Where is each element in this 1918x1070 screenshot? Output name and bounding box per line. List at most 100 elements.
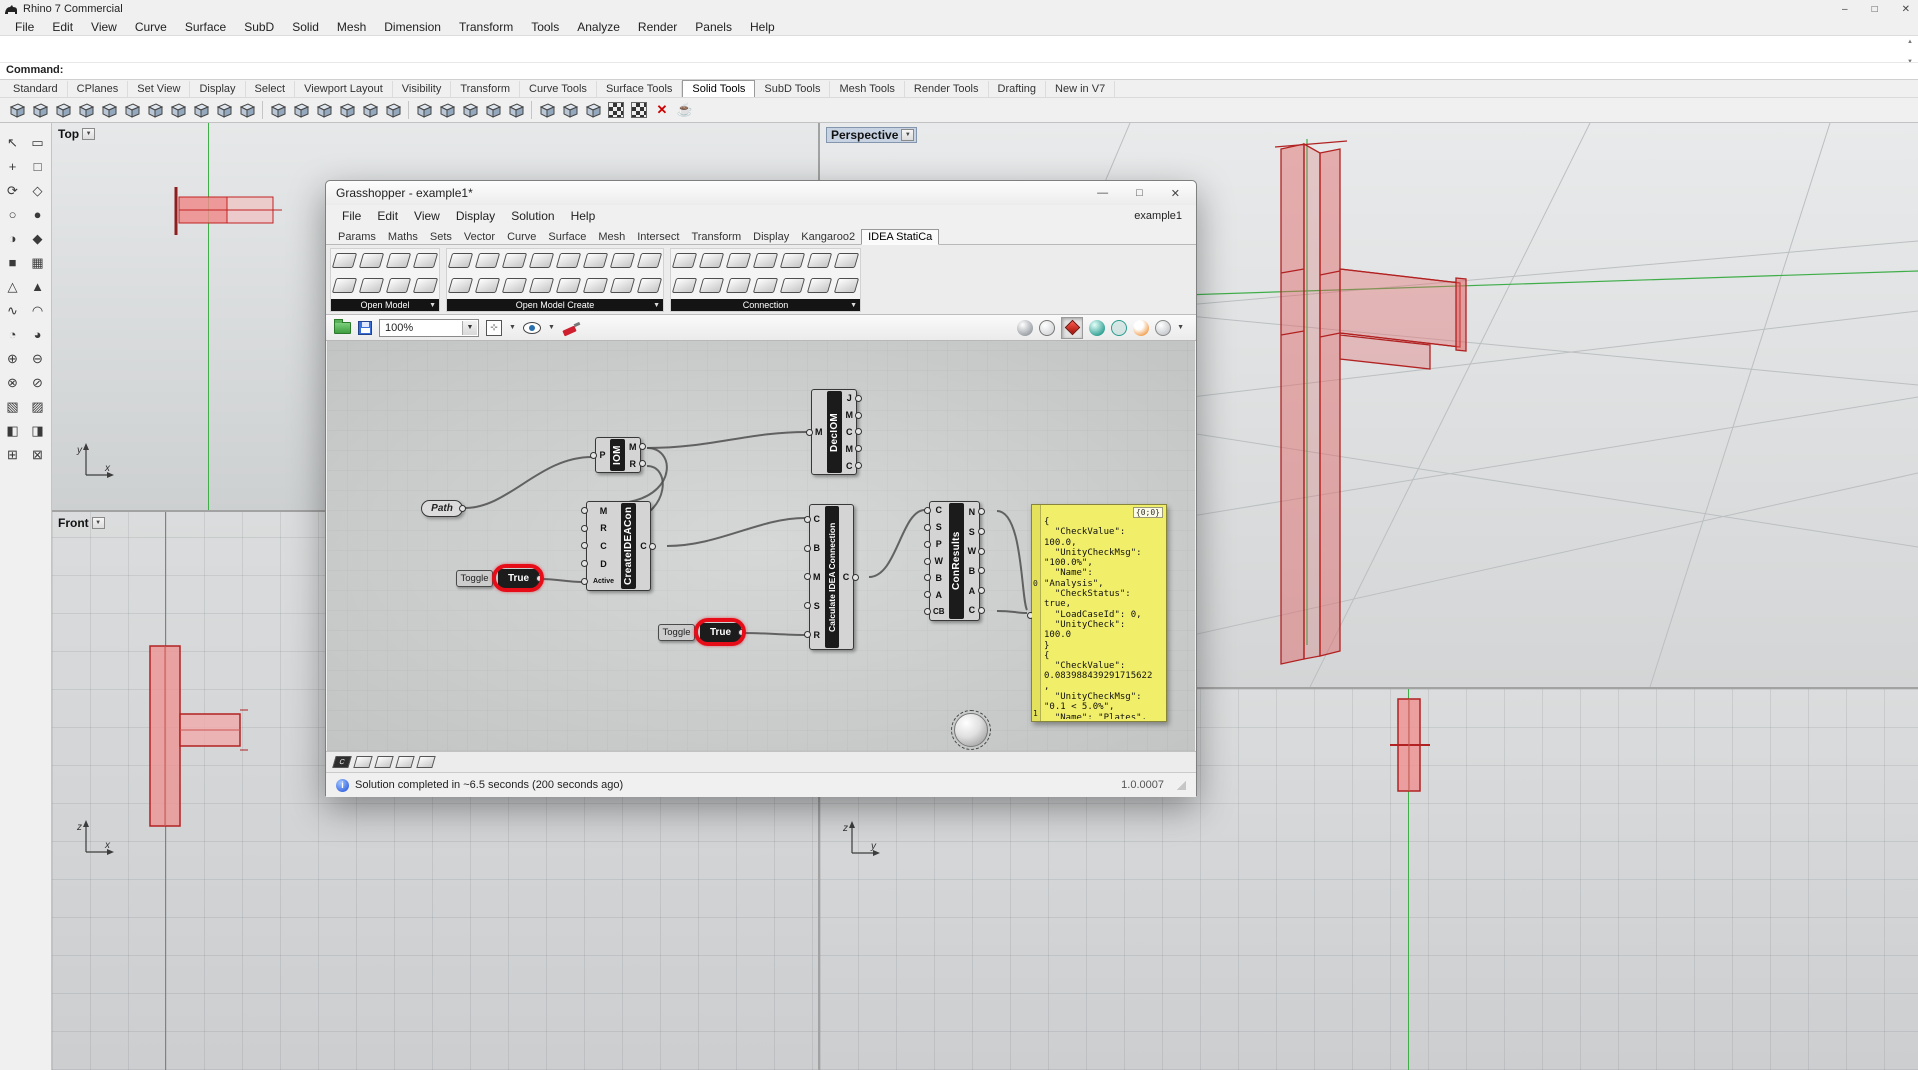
component-icon[interactable] — [386, 278, 411, 293]
port-s[interactable]: S — [811, 591, 823, 620]
gh-tab-params[interactable]: Params — [332, 230, 382, 244]
gh-tab-transform[interactable]: Transform — [685, 230, 747, 244]
component-icon[interactable] — [637, 278, 662, 293]
teapot-icon[interactable]: ☕ — [674, 99, 696, 121]
port-c[interactable]: C — [811, 505, 823, 534]
toolbar-tab-visibility[interactable]: Visibility — [393, 81, 452, 97]
menu-curve[interactable]: Curve — [126, 20, 176, 34]
port-m[interactable]: M — [844, 407, 856, 424]
sketch-tool-icon[interactable]: C — [332, 756, 351, 768]
sidebar-tool-icon[interactable]: ◧ — [1, 419, 24, 442]
sidebar-tool-icon[interactable]: ◆ — [26, 227, 49, 250]
component-icon[interactable] — [726, 278, 751, 293]
checker-b-icon[interactable] — [631, 102, 647, 118]
path-parameter[interactable]: Path — [421, 500, 463, 517]
sidebar-tool-icon[interactable]: ■ — [1, 251, 24, 274]
boolean-toggle[interactable]: Toggle — [456, 570, 493, 587]
zoom-value[interactable]: 100% — [385, 322, 413, 334]
zoom-extents-icon[interactable]: ⊹ — [486, 320, 502, 336]
box-diagonal-icon[interactable] — [29, 99, 51, 121]
port-b[interactable]: B — [811, 534, 823, 563]
port-r[interactable]: R — [811, 620, 823, 649]
toolbar-tab-transform[interactable]: Transform — [451, 81, 520, 97]
component-icon[interactable] — [386, 253, 411, 268]
port-w[interactable]: W — [931, 553, 947, 570]
sidebar-tool-icon[interactable]: ⊗ — [1, 371, 24, 394]
gh-tab-mesh[interactable]: Mesh — [592, 230, 631, 244]
sidebar-tool-icon[interactable]: ▨ — [26, 395, 49, 418]
maximize-button[interactable]: □ — [1136, 187, 1143, 200]
component-icon[interactable] — [556, 253, 581, 268]
sidebar-tool-icon[interactable]: ↖ — [1, 131, 24, 154]
port-m[interactable]: M — [844, 440, 856, 457]
close-button[interactable]: ✕ — [1171, 187, 1180, 200]
component-icon[interactable] — [780, 253, 805, 268]
ribbon-group-expand-icon[interactable]: ▼ — [429, 302, 436, 309]
preview-selected-icon[interactable] — [1133, 320, 1149, 336]
port-w[interactable]: W — [966, 541, 979, 561]
zoom-combobox[interactable]: 100% ▼ — [379, 319, 479, 337]
component-createideacon[interactable]: MRCDActive CreateIDEACon C — [586, 501, 651, 591]
sidebar-tool-icon[interactable]: ◑ — [1, 227, 24, 250]
box-icon[interactable] — [6, 99, 28, 121]
toolbar-tab-drafting[interactable]: Drafting — [989, 81, 1047, 97]
port-b[interactable]: B — [966, 561, 979, 581]
menu-edit[interactable]: Edit — [43, 20, 82, 34]
port-a[interactable]: A — [931, 586, 947, 603]
cone-icon[interactable] — [121, 99, 143, 121]
array-box-icon[interactable] — [582, 99, 604, 121]
port-m[interactable]: M — [813, 390, 825, 474]
component-icon[interactable] — [502, 278, 527, 293]
menu-transform[interactable]: Transform — [450, 20, 522, 34]
port-p[interactable]: P — [597, 438, 608, 472]
menu-surface[interactable]: Surface — [176, 20, 235, 34]
component-icon[interactable] — [529, 253, 554, 268]
close-red-icon[interactable]: ✕ — [651, 99, 673, 121]
component-icon[interactable] — [332, 253, 357, 268]
preview-eye-icon[interactable] — [523, 322, 541, 334]
menu-tools[interactable]: Tools — [522, 20, 568, 34]
toolbar-tab-render-tools[interactable]: Render Tools — [905, 81, 989, 97]
toolbar-tab-viewport-layout[interactable]: Viewport Layout — [295, 81, 393, 97]
sidebar-tool-icon[interactable]: ⊠ — [26, 443, 49, 466]
blend-edge-icon[interactable] — [482, 99, 504, 121]
component-icon[interactable] — [448, 278, 473, 293]
port-active[interactable]: Active — [588, 572, 619, 590]
component-quick-icon[interactable] — [353, 756, 372, 768]
boolean-toggle[interactable]: Toggle — [658, 624, 695, 641]
open-file-icon[interactable] — [334, 322, 351, 334]
ellipsoid-icon[interactable] — [75, 99, 97, 121]
toolbar-tab-select[interactable]: Select — [246, 81, 296, 97]
selected-geometry-front[interactable] — [140, 640, 310, 850]
menu-view[interactable]: View — [82, 20, 126, 34]
port-r[interactable]: R — [588, 520, 619, 538]
minimize-button[interactable]: – — [1842, 4, 1848, 15]
toolbar-tab-new-in-v7[interactable]: New in V7 — [1046, 81, 1115, 97]
checker-a-icon[interactable] — [608, 102, 624, 118]
component-iom[interactable]: P IOM MR — [595, 437, 641, 473]
gh-menu-solution[interactable]: Solution — [503, 209, 562, 223]
sidebar-tool-icon[interactable]: △ — [1, 275, 24, 298]
ribbon-group-expand-icon[interactable]: ▼ — [850, 302, 857, 309]
component-icon[interactable] — [753, 278, 778, 293]
viewport-label-front[interactable]: Front ▼ — [58, 516, 105, 530]
port-a[interactable]: A — [966, 581, 979, 601]
port-c[interactable]: C — [844, 457, 856, 474]
extract-surface-icon[interactable] — [536, 99, 558, 121]
sidebar-tool-icon[interactable]: ▦ — [26, 251, 49, 274]
dropdown-arrow-icon[interactable]: ▼ — [548, 324, 555, 331]
preview-settings-icon[interactable] — [1155, 320, 1171, 336]
component-quick-icon[interactable] — [416, 756, 435, 768]
viewport-menu-arrow-icon[interactable]: ▼ — [82, 128, 95, 140]
component-icon[interactable] — [529, 278, 554, 293]
viewport-menu-arrow-icon[interactable]: ▼ — [92, 517, 105, 529]
menu-help[interactable]: Help — [741, 20, 784, 34]
component-icon[interactable] — [753, 253, 778, 268]
component-icon[interactable] — [699, 253, 724, 268]
ribbon-group-label[interactable]: Open Model▼ — [331, 299, 439, 311]
boolean-difference-icon[interactable] — [336, 99, 358, 121]
port-c[interactable]: C — [638, 502, 649, 590]
save-file-icon[interactable] — [358, 321, 372, 335]
gh-tab-sets[interactable]: Sets — [424, 230, 458, 244]
component-quick-icon[interactable] — [395, 756, 414, 768]
